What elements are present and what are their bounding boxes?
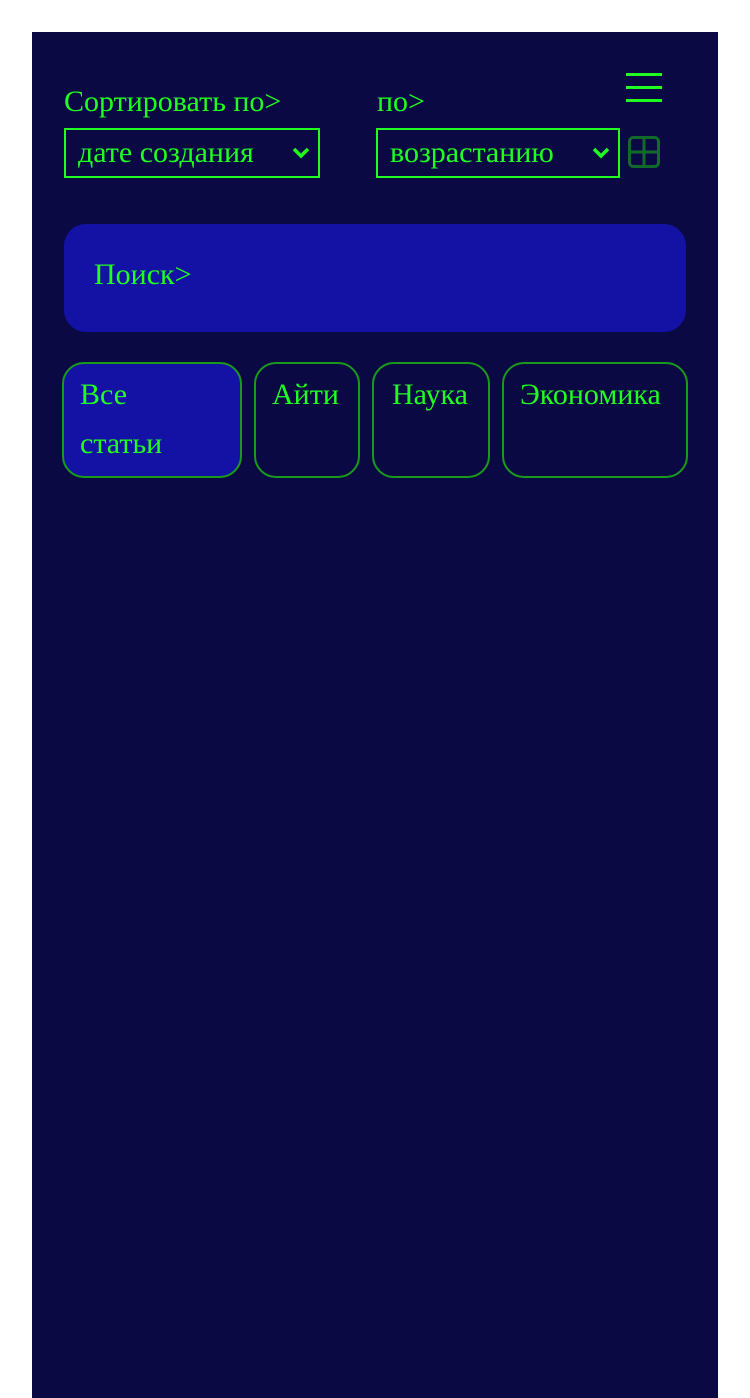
tab-science[interactable]: Наука [372,362,490,478]
sort-field-value: дате создания [78,136,254,169]
chevron-down-icon [292,147,310,159]
tab-it[interactable]: Айти [254,362,360,478]
chevron-down-icon [592,147,610,159]
tab-label: Айти [272,378,339,411]
order-label: по> [377,85,425,118]
tab-economics[interactable]: Экономика [502,362,688,478]
sort-label: Сортировать по> [64,85,282,118]
hamburger-menu-icon[interactable] [626,72,662,102]
search-input[interactable]: Поиск> [64,224,686,332]
grid-view-icon[interactable] [628,136,660,168]
app-screen: Сортировать по> по> дате создания возрас… [32,32,718,1398]
sort-field-select[interactable]: дате создания [64,128,320,178]
tab-label: Все статьи [80,378,163,460]
tab-label: Наука [392,378,468,411]
tab-all-articles[interactable]: Все статьи [62,362,242,478]
tab-label: Экономика [520,378,661,411]
sort-order-select[interactable]: возрастанию [376,128,620,178]
search-placeholder: Поиск> [94,258,192,291]
sort-order-value: возрастанию [390,136,554,169]
